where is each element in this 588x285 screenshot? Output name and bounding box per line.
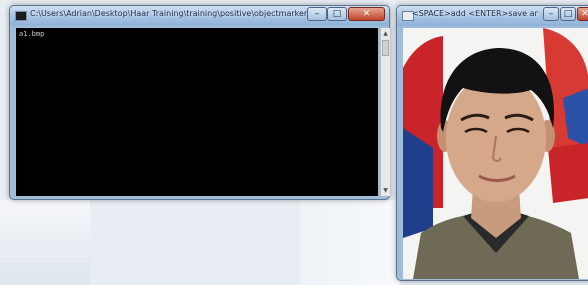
- face-image-canvas[interactable]: [403, 28, 588, 279]
- close-button[interactable]: ✕: [577, 7, 588, 21]
- image-window[interactable]: <SPACE>add <ENTER>save and load ... – □ …: [396, 5, 588, 281]
- close-icon: ✕: [581, 9, 588, 19]
- minimize-button[interactable]: –: [307, 7, 327, 21]
- console-scrollbar[interactable]: ▲ ▼: [380, 28, 390, 196]
- image-window-title: <SPACE>add <ENTER>save and load ...: [412, 9, 538, 18]
- image-titlebar[interactable]: <SPACE>add <ENTER>save and load ... – □ …: [397, 6, 588, 26]
- close-button[interactable]: ✕: [348, 7, 385, 21]
- scroll-up-arrow-icon[interactable]: ▲: [381, 29, 390, 38]
- console-app-icon: [15, 11, 27, 21]
- maximize-icon: □: [332, 9, 342, 19]
- console-titlebar[interactable]: C:\Users\Adrian\Desktop\Haar Training\tr…: [10, 6, 389, 26]
- portrait-photo: [403, 28, 588, 279]
- minimize-icon: –: [314, 9, 320, 19]
- minimize-button[interactable]: –: [543, 7, 559, 21]
- console-output-area[interactable]: a1.bmp: [16, 28, 378, 196]
- close-icon: ✕: [362, 9, 371, 19]
- maximize-icon: □: [563, 9, 573, 19]
- desktop-background: [0, 200, 90, 285]
- desktop-background: [300, 200, 400, 285]
- minimize-icon: –: [548, 9, 554, 19]
- maximize-button[interactable]: □: [327, 7, 347, 21]
- console-window[interactable]: C:\Users\Adrian\Desktop\Haar Training\tr…: [9, 5, 390, 200]
- console-window-title: C:\Users\Adrian\Desktop\Haar Training\tr…: [30, 9, 320, 18]
- scrollbar-thumb[interactable]: [382, 40, 389, 56]
- scroll-down-arrow-icon[interactable]: ▼: [381, 186, 390, 195]
- console-output-text: a1.bmp: [19, 30, 45, 38]
- maximize-button[interactable]: □: [560, 7, 576, 21]
